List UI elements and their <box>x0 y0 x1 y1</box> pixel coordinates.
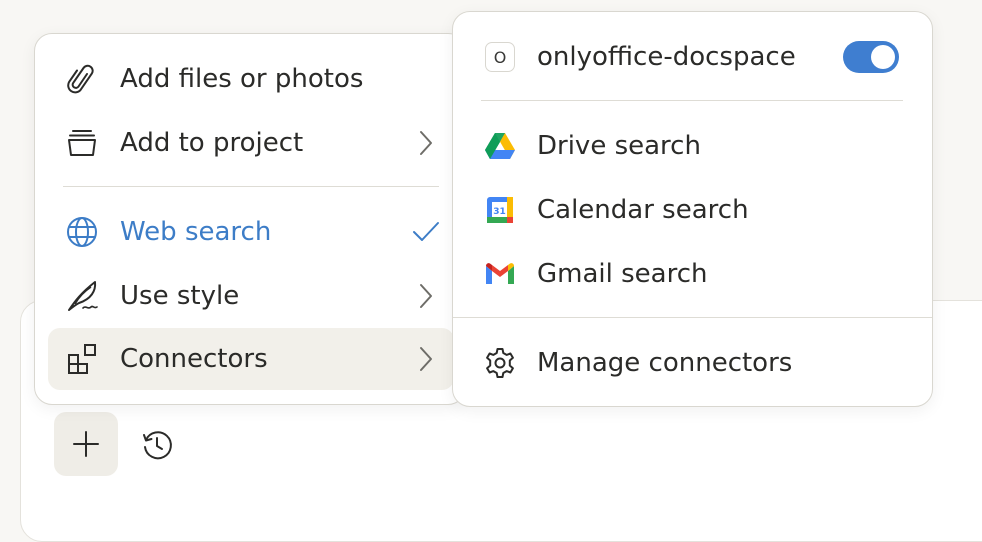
menu-item-add-to-project[interactable]: Add to project <box>35 112 465 174</box>
chevron-right-icon <box>411 128 441 158</box>
menu-item-label: Use style <box>120 281 240 311</box>
svg-text:31: 31 <box>493 207 506 217</box>
menu-divider <box>63 186 439 187</box>
gmail-icon <box>483 257 517 291</box>
menu-item-label: Add to project <box>120 128 304 158</box>
menu-item-connectors[interactable]: Connectors <box>35 328 465 390</box>
gear-icon <box>483 346 517 380</box>
connector-label: onlyoffice-docspace <box>537 42 796 72</box>
menu-item-label: Gmail search <box>537 259 708 289</box>
menu-item-label: Add files or photos <box>120 64 364 94</box>
plus-icon <box>73 431 99 457</box>
menu-item-label: Drive search <box>537 131 701 161</box>
menu-item-gmail-search[interactable]: Gmail search <box>453 243 932 305</box>
clock-history-icon <box>143 431 172 460</box>
menu-item-label: Web search <box>120 217 272 247</box>
globe-icon <box>65 215 99 249</box>
connectors-icon <box>65 342 99 376</box>
menu-item-label: Manage connectors <box>537 348 793 378</box>
connectors-submenu: O onlyoffice-docspace Drive search 31 Ca… <box>452 11 933 407</box>
menu-item-label: Connectors <box>120 344 268 374</box>
paperclip-icon <box>65 62 99 96</box>
quill-icon <box>65 279 99 313</box>
menu-item-label: Calendar search <box>537 195 749 225</box>
history-button[interactable] <box>136 424 178 466</box>
toggle-knob <box>871 45 895 69</box>
chevron-right-icon <box>411 344 441 374</box>
onlyoffice-icon: O <box>483 40 517 74</box>
menu-item-web-search[interactable]: Web search <box>35 201 465 263</box>
menu-item-manage-connectors[interactable]: Manage connectors <box>453 332 932 394</box>
project-box-icon <box>65 126 99 160</box>
connector-toggle[interactable] <box>843 41 899 73</box>
connector-onlyoffice[interactable]: O onlyoffice-docspace <box>453 26 932 88</box>
menu-item-use-style[interactable]: Use style <box>35 265 465 327</box>
submenu-divider <box>453 317 932 318</box>
menu-item-add-files[interactable]: Add files or photos <box>35 48 465 110</box>
google-calendar-icon: 31 <box>483 193 517 227</box>
attach-menu: Add files or photos Add to project Web s… <box>34 33 466 405</box>
add-button[interactable] <box>54 412 118 476</box>
checkmark-icon <box>411 217 441 247</box>
chevron-right-icon <box>411 281 441 311</box>
menu-item-calendar-search[interactable]: 31 Calendar search <box>453 179 932 241</box>
submenu-divider <box>481 100 903 101</box>
menu-item-drive-search[interactable]: Drive search <box>453 115 932 177</box>
google-drive-icon <box>483 129 517 163</box>
